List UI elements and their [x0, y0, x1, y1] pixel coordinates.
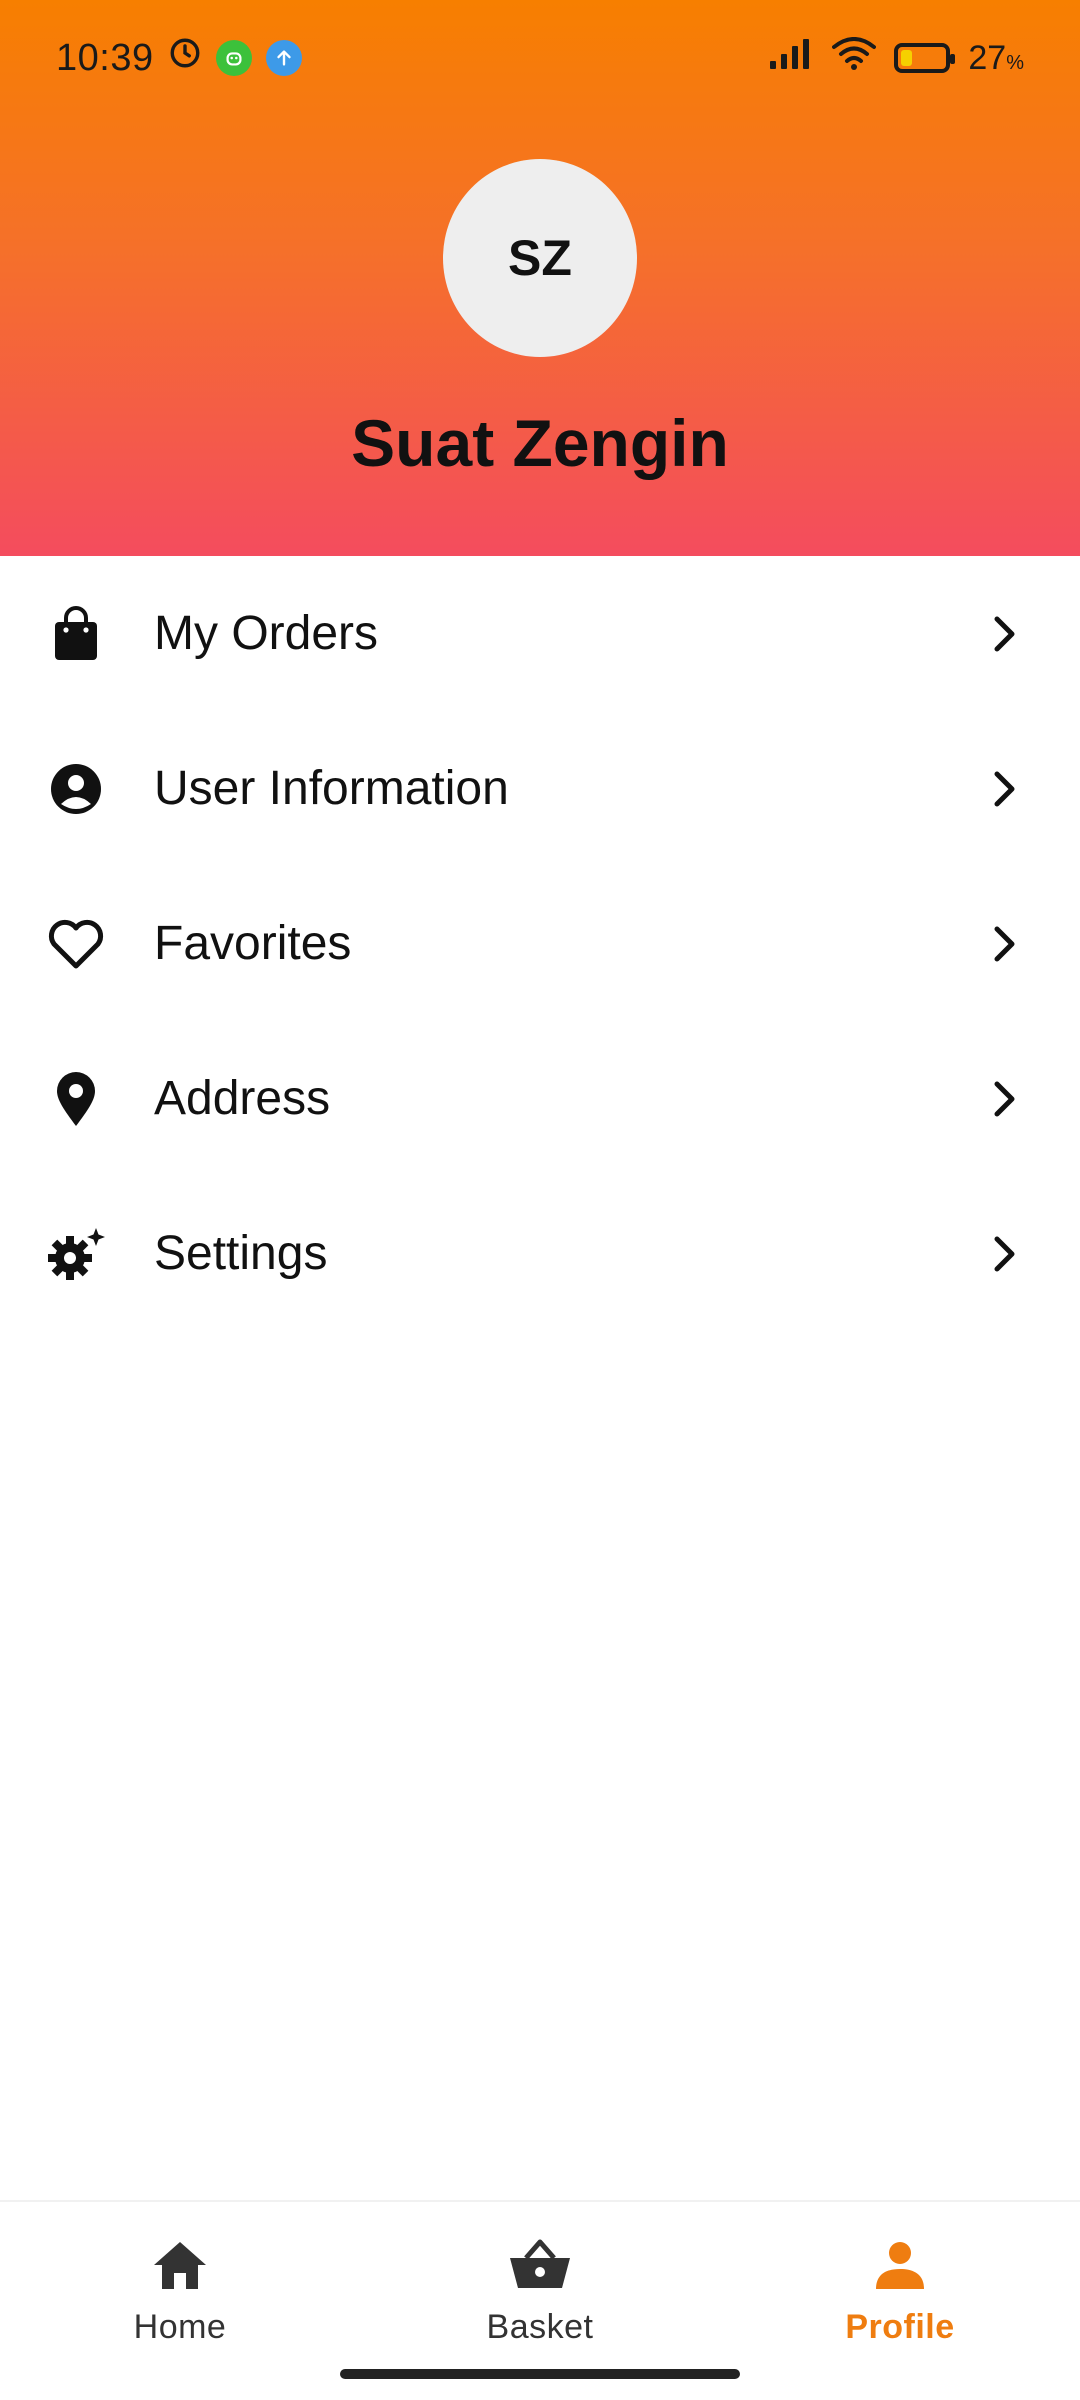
menu-item-my-orders[interactable]: My Orders	[0, 556, 1080, 711]
menu-item-label: Address	[154, 1072, 331, 1125]
nav-item-label: Home	[133, 2308, 227, 2346]
account-circle-icon	[46, 759, 106, 819]
status-left: 10:39	[56, 36, 302, 80]
nav-item-label: Basket	[486, 2308, 594, 2346]
menu-item-label: Settings	[154, 1227, 328, 1280]
settings-gear-icon	[46, 1224, 106, 1284]
home-indicator[interactable]	[340, 2369, 740, 2379]
alarm-icon	[168, 36, 202, 80]
chevron-right-icon	[985, 924, 1025, 964]
menu-item-settings[interactable]: Settings	[0, 1176, 1080, 1331]
menu-item-user-information[interactable]: User Information	[0, 711, 1080, 866]
chevron-right-icon	[985, 769, 1025, 809]
nav-item-profile[interactable]: Profile	[720, 2202, 1080, 2400]
profile-menu: My Orders User Information Favorites Add…	[0, 556, 1080, 1331]
signal-icon	[768, 37, 814, 80]
avatar-initials: SZ	[508, 230, 572, 286]
battery-icon	[894, 43, 956, 73]
avatar[interactable]: SZ	[443, 159, 637, 357]
battery-level-fill	[901, 50, 913, 66]
status-bar: 10:39 27%	[0, 0, 1080, 116]
upload-notification-icon	[265, 40, 302, 76]
status-time: 10:39	[56, 36, 154, 79]
menu-item-favorites[interactable]: Favorites	[0, 866, 1080, 1021]
profile-header: 10:39 27% SZ Suat Zengin	[0, 0, 1080, 556]
nav-item-home[interactable]: Home	[0, 2202, 360, 2400]
chevron-right-icon	[985, 614, 1025, 654]
location-pin-icon	[46, 1069, 106, 1129]
heart-outline-icon	[46, 914, 106, 974]
profile-name: Suat Zengin	[351, 406, 729, 480]
nav-item-label: Profile	[845, 2308, 955, 2346]
wifi-icon	[832, 36, 877, 80]
person-icon	[865, 2230, 935, 2300]
battery-percent: 27%	[968, 38, 1024, 77]
basket-icon	[505, 2230, 575, 2300]
chevron-right-icon	[985, 1079, 1025, 1119]
status-right: 27%	[768, 36, 1024, 80]
android-notification-icon	[215, 40, 252, 76]
menu-item-label: My Orders	[154, 607, 379, 660]
home-icon	[145, 2230, 215, 2300]
menu-item-label: User Information	[154, 762, 509, 815]
shopping-bag-icon	[46, 604, 106, 664]
menu-item-address[interactable]: Address	[0, 1021, 1080, 1176]
chevron-right-icon	[985, 1234, 1025, 1274]
menu-item-label: Favorites	[154, 917, 352, 970]
